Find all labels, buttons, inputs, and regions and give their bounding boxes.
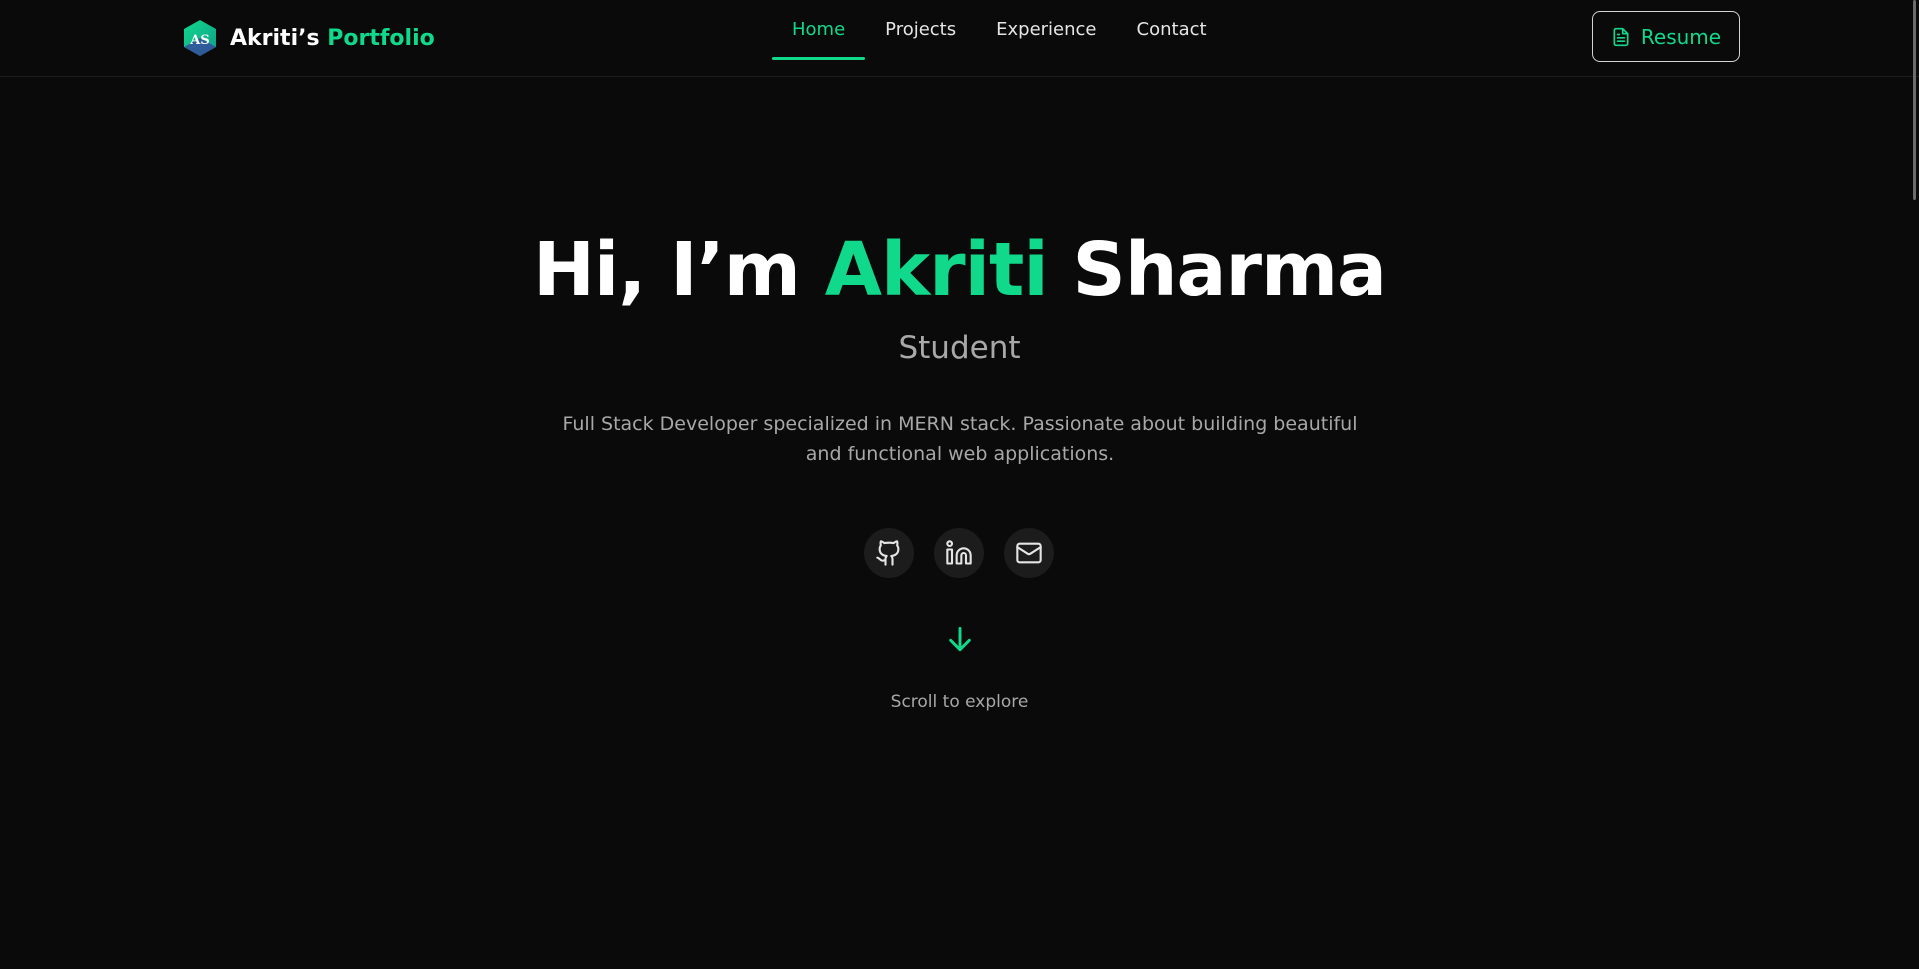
hero-title-prefix: Hi, I’m [532, 227, 801, 313]
nav-contact[interactable]: Contact [1117, 0, 1227, 60]
logo-badge-text: AS [189, 33, 209, 48]
page-scrollbar[interactable] [1909, 0, 1919, 969]
hero-title-highlight: Akriti [824, 227, 1049, 313]
scroll-hint: Scroll to explore [890, 692, 1029, 712]
hero-role: Student [898, 330, 1021, 366]
hero-title: Hi, I’m Akriti Sharma [0, 225, 1919, 315]
hero-description: Full Stack Developer specialized in MERN… [562, 413, 1358, 465]
nav-home[interactable]: Home [772, 0, 866, 60]
scrollbar-thumb[interactable] [1913, 0, 1916, 200]
email-link[interactable] [1004, 528, 1054, 578]
hero-title-suffix: Sharma [1072, 227, 1387, 313]
navbar: AS Akriti’s Portfolio Home Projects Expe… [0, 0, 1919, 77]
linkedin-link[interactable] [934, 528, 984, 578]
logo-name: Akriti’s [230, 25, 320, 51]
file-text-icon [1613, 27, 1629, 46]
arrow-down-icon[interactable] [944, 622, 976, 656]
social-links [864, 528, 1054, 578]
main-nav: Home Projects Experience Contact [772, 0, 1227, 60]
resume-button[interactable]: Resume [1592, 11, 1740, 62]
logo-link[interactable]: AS Akriti’s Portfolio [182, 18, 435, 58]
github-icon [876, 540, 900, 566]
github-link[interactable] [864, 528, 914, 578]
resume-label: Resume [1640, 24, 1722, 49]
logo-accent: Portfolio [327, 25, 435, 51]
linkedin-icon [946, 540, 972, 565]
logo-badge-icon: AS [184, 20, 216, 56]
mail-icon [1016, 542, 1042, 564]
logo-text: Akriti’s Portfolio [230, 26, 435, 51]
nav-experience[interactable]: Experience [976, 0, 1116, 60]
nav-projects[interactable]: Projects [865, 0, 976, 60]
